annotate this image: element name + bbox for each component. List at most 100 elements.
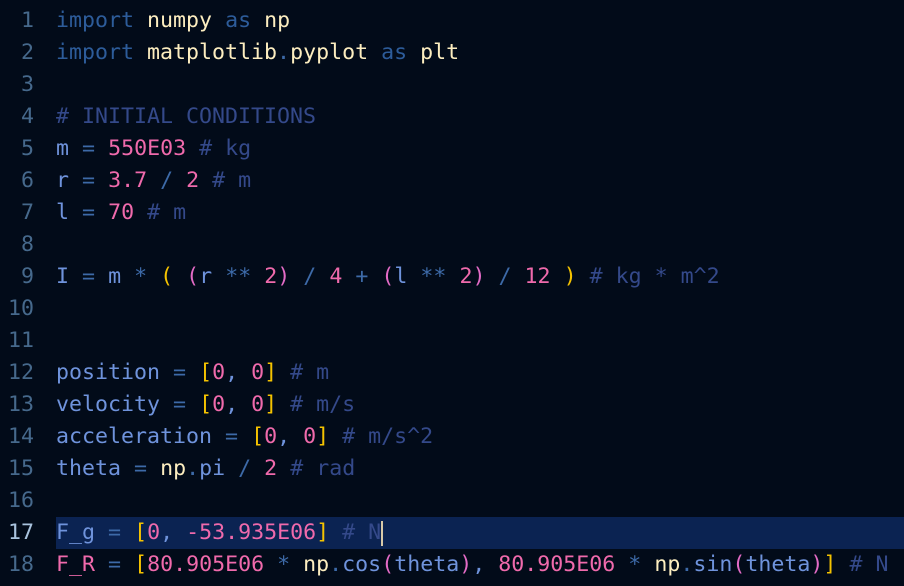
- identifier-token: cos: [342, 552, 382, 577]
- keyword-token: import: [56, 8, 135, 33]
- constant-token: F_R: [56, 552, 96, 577]
- number-token: 0: [264, 424, 278, 449]
- identifier-token: l: [56, 200, 70, 225]
- bracket-token: [: [199, 360, 213, 385]
- code-text: import matplotlib.pyplot as plt: [56, 37, 459, 69]
- number-token: 0: [147, 520, 161, 545]
- code-line[interactable]: 4 # INITIAL CONDITIONS: [0, 101, 904, 133]
- code-text: theta = np.pi / 2 # rad: [56, 453, 355, 485]
- code-editor[interactable]: 1 import numpy as np 2 import matplotlib.py…: [0, 5, 904, 581]
- comment-token: # m: [147, 200, 187, 225]
- code-line[interactable]: 11: [0, 325, 904, 357]
- comment-token: # INITIAL CONDITIONS: [56, 104, 317, 129]
- punctuation-token: ,: [225, 360, 239, 385]
- code-line[interactable]: 10: [0, 293, 904, 325]
- code-text: l = 70 # m: [56, 197, 186, 229]
- code-line[interactable]: 13 velocity = [0, 0] # m/s: [0, 389, 904, 421]
- line-number: 12: [7, 360, 34, 385]
- identifier-token: r: [199, 264, 213, 289]
- line-number: 18: [7, 552, 34, 577]
- bracket-token: ]: [316, 520, 330, 545]
- module-token: numpy: [147, 8, 213, 33]
- line-number: 4: [20, 104, 34, 129]
- number-token: 2: [186, 168, 200, 193]
- code-line[interactable]: 12 position = [0, 0] # m: [0, 357, 904, 389]
- code-line[interactable]: 9 I = m * ( (r ** 2) / 4 + (l ** 2) / 12 …: [0, 261, 904, 293]
- keyword-token: import: [56, 40, 135, 65]
- code-line[interactable]: 6r = 3.7 / 2 # m: [0, 165, 904, 197]
- operator-token: =: [82, 168, 96, 193]
- operator-token: **: [420, 264, 447, 289]
- code-line[interactable]: 7l = 70 # m: [0, 197, 904, 229]
- identifier-token: theta: [56, 456, 122, 481]
- line-number: 3: [20, 72, 34, 97]
- line-number: 15: [7, 456, 34, 481]
- operator-token: +: [355, 264, 369, 289]
- identifier-token: position: [56, 360, 161, 385]
- line-number: 1: [20, 8, 34, 33]
- bracket-token: ]: [264, 392, 278, 417]
- code-line[interactable]: 5 m = 550E03 # kg: [0, 133, 904, 165]
- bracket-token: ]: [823, 552, 837, 577]
- line-number: 8: [20, 232, 34, 257]
- code-text: m = 550E03 # kg: [56, 133, 251, 165]
- code-line[interactable]: 18 F_R = [80.905E06 * np.cos(theta), 80.9…: [0, 549, 904, 581]
- line-number: 2: [20, 40, 34, 65]
- module-token: np: [303, 552, 330, 577]
- code-line[interactable]: 17 F_g = [0, -53.935E06] # N: [0, 517, 904, 549]
- operator-token: =: [173, 360, 187, 385]
- line-number: 5: [20, 136, 34, 161]
- code-line[interactable]: 1 import numpy as np: [0, 5, 904, 37]
- identifier-token: m: [56, 136, 70, 161]
- module-token: plt: [420, 40, 460, 65]
- operator-token: *: [134, 264, 148, 289]
- identifier-token: m: [108, 264, 122, 289]
- number-token: 70: [108, 200, 135, 225]
- number-token: 0: [212, 392, 226, 417]
- operator-token: .: [329, 552, 343, 577]
- keyword-token: as: [225, 8, 252, 33]
- number-token: 2: [264, 456, 278, 481]
- operator-token: *: [628, 552, 642, 577]
- line-number: 17: [7, 520, 34, 545]
- operator-token: =: [82, 200, 96, 225]
- line-number: 7: [20, 200, 34, 225]
- code-text: velocity = [0, 0] # m/s: [56, 389, 355, 421]
- operator-token: *: [277, 552, 291, 577]
- code-line[interactable]: 14 acceleration = [0, 0] # m/s^2: [0, 421, 904, 453]
- paren-token: (: [732, 552, 746, 577]
- identifier-token: theta: [745, 552, 811, 577]
- identifier-token: velocity: [56, 392, 161, 417]
- code-line[interactable]: 2 import matplotlib.pyplot as plt: [0, 37, 904, 69]
- code-line[interactable]: 8: [0, 229, 904, 261]
- line-number: 11: [7, 328, 34, 353]
- code-line[interactable]: 16: [0, 485, 904, 517]
- comment-token: # kg: [199, 136, 252, 161]
- number-token: 80.905E06: [147, 552, 265, 577]
- code-line[interactable]: 15 theta = np.pi / 2 # rad: [0, 453, 904, 485]
- paren-token: (: [186, 264, 200, 289]
- number-token: 550E03: [108, 136, 187, 161]
- identifier-token: sin: [693, 552, 733, 577]
- operator-token: =: [173, 392, 187, 417]
- number-token: 0: [303, 424, 317, 449]
- paren-token: ): [459, 552, 473, 577]
- number-token: 80.905E06: [498, 552, 616, 577]
- bracket-token: [: [199, 392, 213, 417]
- number-token: 0: [212, 360, 226, 385]
- bracket-token: ]: [264, 360, 278, 385]
- comment-token: # kg * m^2: [589, 264, 720, 289]
- paren-token: ): [472, 264, 486, 289]
- number-token: 0: [251, 392, 265, 417]
- operator-token: /: [238, 456, 252, 481]
- cropped-tab-title: [0, 0, 70, 2]
- line-number: 6: [20, 168, 34, 193]
- module-token: np: [264, 8, 291, 33]
- comment-token: # m: [212, 168, 252, 193]
- bracket-token: (: [160, 264, 174, 289]
- identifier-token: pi: [199, 456, 226, 481]
- identifier-token: theta: [394, 552, 460, 577]
- code-line[interactable]: 3: [0, 69, 904, 101]
- operator-token: =: [108, 552, 122, 577]
- identifier-token: r: [56, 168, 70, 193]
